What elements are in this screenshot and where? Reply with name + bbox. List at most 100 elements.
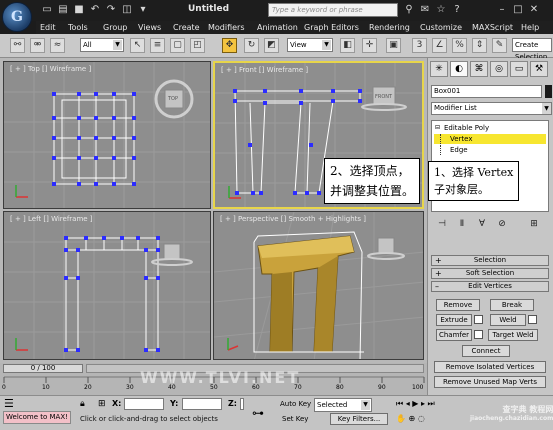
window-crossing-icon[interactable]: ◰: [190, 38, 205, 53]
viewport-label-top[interactable]: [ + ] Top [] Wireframe ]: [10, 65, 91, 73]
select-object-icon[interactable]: ↖: [130, 38, 145, 53]
menu-help[interactable]: Help: [521, 21, 539, 34]
make-unique-icon[interactable]: ∀: [475, 217, 489, 231]
rollout-soft-selection[interactable]: + Soft Selection: [431, 268, 549, 279]
minimize-icon[interactable]: –: [495, 3, 509, 17]
named-selection-sets-dropdown[interactable]: Create Selection Se: [512, 38, 552, 73]
hierarchy-tab-icon[interactable]: ⌘: [470, 61, 488, 77]
menu-tools[interactable]: Tools: [68, 21, 88, 34]
communication-center-icon[interactable]: ✉: [418, 3, 432, 17]
viewport-label-perspective[interactable]: [ + ] Perspective [] Smooth + Highlights…: [220, 215, 366, 223]
weld-settings-icon[interactable]: [528, 315, 537, 324]
save-file-icon[interactable]: ■: [72, 3, 86, 17]
chamfer-settings-icon[interactable]: [474, 330, 483, 339]
viewport-label-left[interactable]: [ + ] Left [] Wireframe ]: [10, 215, 93, 223]
undo-icon[interactable]: ↶: [88, 3, 102, 17]
dropdown-icon[interactable]: ▾: [136, 3, 150, 17]
pivot-center-icon[interactable]: ◧: [340, 38, 355, 53]
viewport-label-front[interactable]: [ + ] Front [] Wireframe ]: [221, 66, 308, 74]
open-file-icon[interactable]: ▤: [56, 3, 70, 17]
select-and-move-icon[interactable]: ✥: [222, 38, 237, 53]
close-icon[interactable]: ✕: [527, 3, 541, 17]
playback-controls-icon[interactable]: ⏮ ◂ ▶ ▸ ⏭: [396, 399, 435, 409]
remove-modifier-icon[interactable]: ⊘: [495, 217, 509, 231]
motion-tab-icon[interactable]: ◎: [490, 61, 508, 77]
viewcube-front-label[interactable]: FRONT: [375, 94, 392, 100]
chamfer-button[interactable]: Chamfer: [436, 329, 472, 341]
time-slider[interactable]: 0 / 100: [3, 364, 83, 373]
select-by-name-icon[interactable]: ≡: [150, 38, 165, 53]
favorites-icon[interactable]: ☆: [434, 3, 448, 17]
create-tab-icon[interactable]: ✳: [430, 61, 448, 77]
object-name-field[interactable]: Box001: [431, 85, 542, 98]
pin-stack-icon[interactable]: ⊣: [435, 217, 449, 231]
y-coordinate-input[interactable]: [182, 398, 222, 410]
modifier-list-dropdown[interactable]: Modifier List ▼: [431, 102, 552, 115]
viewport-left[interactable]: [ + ] Left [] Wireframe ]: [3, 211, 211, 360]
extrude-button[interactable]: Extrude: [436, 314, 472, 326]
break-button[interactable]: Break: [490, 299, 534, 311]
absolute-mode-icon[interactable]: ⊞: [98, 399, 106, 409]
binoculars-icon[interactable]: ⚲: [402, 3, 416, 17]
set-key-button[interactable]: Set Key: [282, 415, 308, 423]
angle-snap-icon[interactable]: ∠: [432, 38, 447, 53]
select-and-rotate-icon[interactable]: ↻: [244, 38, 259, 53]
keyboard-shortcut-override-icon[interactable]: ▣: [386, 38, 401, 53]
menu-maxscript[interactable]: MAXScript: [472, 21, 513, 34]
menu-group[interactable]: Group: [103, 21, 127, 34]
rectangular-selection-icon[interactable]: ▢: [170, 38, 185, 53]
reference-coordinate-dropdown[interactable]: View ▼: [287, 38, 333, 52]
named-selection-icon[interactable]: ✎: [492, 38, 507, 53]
maximize-icon[interactable]: □: [511, 3, 525, 17]
remove-isolated-vertices-button[interactable]: Remove Isolated Vertices: [434, 361, 546, 373]
weld-button[interactable]: Weld: [490, 314, 526, 326]
redo-icon[interactable]: ↷: [104, 3, 118, 17]
select-and-scale-icon[interactable]: ◩: [264, 38, 279, 53]
menu-create[interactable]: Create: [173, 21, 200, 34]
connect-button[interactable]: Connect: [462, 345, 510, 357]
remove-unused-map-verts-button[interactable]: Remove Unused Map Verts: [434, 376, 546, 388]
menu-animation[interactable]: Animation: [257, 21, 298, 34]
auto-key-button[interactable]: Auto Key: [280, 400, 311, 408]
key-filters-button[interactable]: Key Filters...: [330, 413, 388, 425]
viewport-top[interactable]: [ + ] Top [] Wireframe ] TOP: [3, 61, 211, 209]
extrude-settings-icon[interactable]: [474, 315, 483, 324]
unlink-icon[interactable]: ⚮: [30, 38, 45, 53]
spinner-snap-icon[interactable]: ⇕: [472, 38, 487, 53]
rollout-selection[interactable]: + Selection: [431, 255, 549, 266]
percent-snap-icon[interactable]: %: [452, 38, 467, 53]
stack-item-editable-poly[interactable]: ⊟ Editable Poly: [434, 123, 546, 133]
display-tab-icon[interactable]: ▭: [510, 61, 528, 77]
lock-selection-icon[interactable]: 🔒︎: [80, 399, 85, 409]
rollout-edit-vertices[interactable]: – Edit Vertices: [431, 281, 549, 292]
selection-filter-dropdown[interactable]: All ▼: [80, 38, 124, 52]
maxscript-listener[interactable]: Welcome to MAX!: [3, 411, 71, 424]
x-coordinate-input[interactable]: [124, 398, 164, 410]
z-coordinate-input[interactable]: [240, 398, 244, 410]
viewcube-top-label[interactable]: TOP: [168, 96, 178, 102]
mini-listener-icon[interactable]: ☰: [4, 397, 14, 410]
key-mode-dropdown[interactable]: Selected ▼: [314, 398, 372, 412]
remove-button[interactable]: Remove: [436, 299, 480, 311]
target-weld-button[interactable]: Target Weld: [488, 329, 538, 341]
menu-modifiers[interactable]: Modifiers: [208, 21, 245, 34]
app-logo-icon[interactable]: G: [2, 2, 32, 32]
search-input[interactable]: Type a keyword or phrase: [268, 3, 398, 17]
new-file-icon[interactable]: ▭: [40, 3, 54, 17]
select-manipulate-icon[interactable]: ✛: [362, 38, 377, 53]
viewport-nav-icon[interactable]: ✋ ⊕ ◌: [396, 414, 425, 423]
menu-graph-editors[interactable]: Graph Editors: [304, 21, 359, 34]
viewport-front[interactable]: [ + ] Front [] Wireframe ] FRONT 2、选择顶点，…: [213, 61, 424, 209]
menu-views[interactable]: Views: [138, 21, 161, 34]
stack-item-vertex[interactable]: Vertex: [434, 134, 546, 144]
help-icon[interactable]: ?: [450, 3, 464, 17]
snaps-toggle-icon[interactable]: 3: [412, 38, 427, 53]
select-and-link-icon[interactable]: ⚯: [10, 38, 25, 53]
utilities-tab-icon[interactable]: ⚒: [530, 61, 548, 77]
object-color-swatch[interactable]: [545, 85, 552, 98]
menu-rendering[interactable]: Rendering: [369, 21, 410, 34]
bind-space-warp-icon[interactable]: ≈: [50, 38, 65, 53]
configure-modifier-sets-icon[interactable]: ⊞: [527, 217, 541, 231]
show-end-result-icon[interactable]: Ⅱ: [455, 217, 469, 231]
key-icon[interactable]: ⊶: [252, 406, 264, 420]
